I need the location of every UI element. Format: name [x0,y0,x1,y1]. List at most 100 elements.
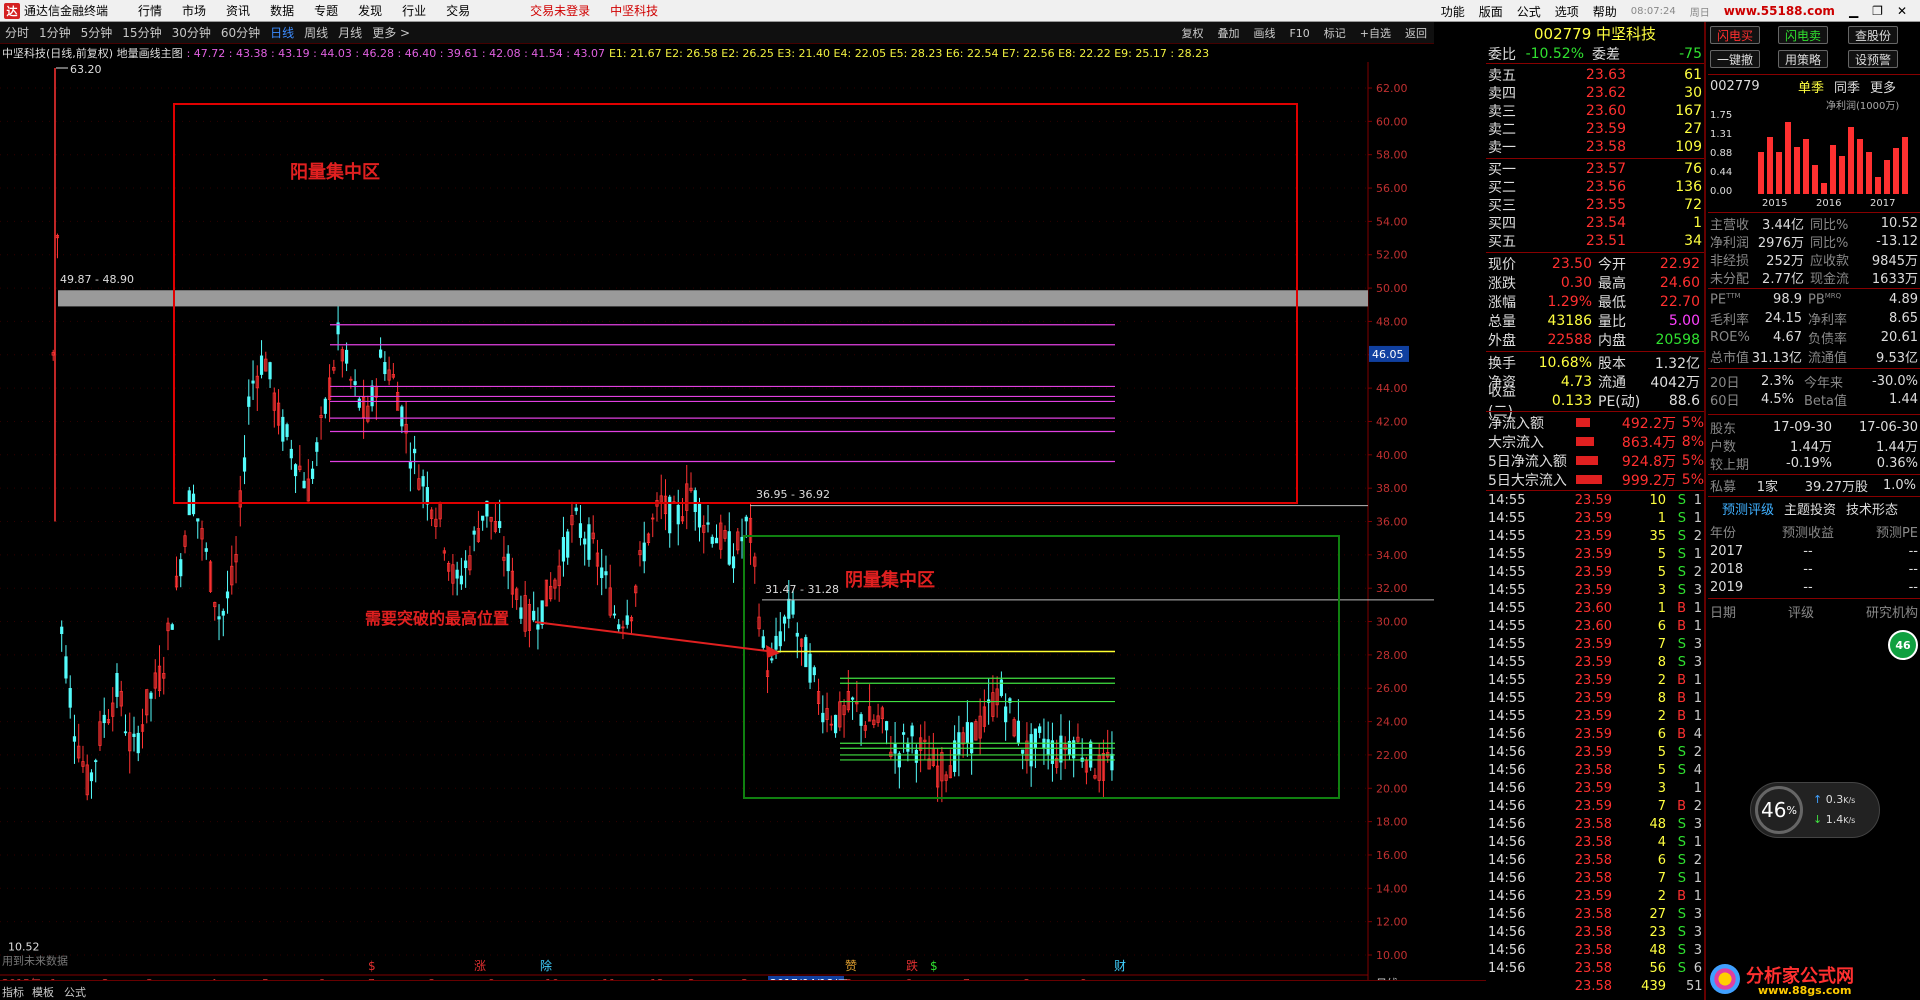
period-60min[interactable]: 60分钟 [221,24,260,41]
tick-side: B [1677,672,1686,688]
logo-url: www.88gs.com [1758,984,1852,997]
period-15min[interactable]: 15分钟 [122,24,161,41]
tick-volume: 5 [1657,564,1666,580]
candle-body [561,537,566,562]
fin-tab-yoy[interactable]: 同季 [1834,77,1860,96]
menu-news[interactable]: 资讯 [226,2,250,19]
menu-discover[interactable]: 发现 [358,2,382,19]
forecast-row: 2017 -- -- [1708,542,1920,560]
tick-time: 14:55 [1488,636,1526,652]
period-5min[interactable]: 5分钟 [81,24,113,41]
stat-label: 现价 [1488,256,1516,273]
tool-add-watch[interactable]: +自选 [1360,25,1391,41]
price-tick-label: 24.00 [1376,716,1408,729]
perf-value: 1.44 [1889,391,1918,407]
cancel-all-button[interactable]: 一键撤 [1710,50,1760,68]
menu-function[interactable]: 功能 [1441,3,1465,20]
tab-forecast[interactable]: 预测评级 [1722,499,1774,518]
side-badge[interactable]: 46 [1888,630,1918,660]
stat-value: 1.32亿 [1654,355,1700,372]
diff-value: -75 [1679,45,1702,62]
fin-tab-quarter[interactable]: 单季 [1798,77,1824,96]
close-icon[interactable]: ✕ [1897,4,1907,18]
tool-mark[interactable]: 标记 [1324,25,1346,41]
menu-topic[interactable]: 专题 [314,2,338,19]
flash-buy-button[interactable]: 闪电买 [1710,26,1760,44]
tool-f10[interactable]: F10 [1289,27,1309,40]
stat-label: 最低 [1598,294,1626,311]
minimize-icon[interactable]: ▁ [1849,4,1858,18]
perf-label: 60日 [1710,393,1740,409]
candle-body [617,624,621,630]
period-weekly[interactable]: 周线 [304,24,328,41]
app-logo-icon: 达 [4,2,20,19]
menu-hq[interactable]: 行情 [138,2,162,19]
trade-status[interactable]: 交易未登录 [530,2,590,19]
tab-formula[interactable]: 公式 [64,984,86,1000]
tick-count: 1 [1693,690,1702,706]
candle-body [459,575,463,585]
fin-code: 002779 [1710,78,1760,94]
tab-indicator[interactable]: 指标 [2,984,24,1000]
menu-industry[interactable]: 行业 [402,2,426,19]
tab-technical[interactable]: 技术形态 [1846,499,1898,518]
menu-formula[interactable]: 公式 [1517,3,1541,20]
candle-body [859,714,863,726]
candle-body [60,626,64,635]
tick-row: 14:55 23.59 5 S 1 [1486,545,1704,563]
menu-data[interactable]: 数据 [270,2,294,19]
tab-template[interactable]: 模板 [32,984,54,1000]
menu-layout[interactable]: 版面 [1479,3,1503,20]
tool-draw[interactable]: 画线 [1253,25,1275,41]
val-value: 98.9 [1773,292,1802,307]
period-1min[interactable]: 1分钟 [39,24,71,41]
candle-body [693,490,697,513]
tool-adjust[interactable]: 复权 [1181,25,1203,41]
alert-settings-button[interactable]: 设预警 [1848,50,1898,68]
menu-help[interactable]: 帮助 [1593,3,1617,20]
fin-tab-more[interactable]: 更多 [1870,77,1896,96]
period-monthly[interactable]: 月线 [338,24,362,41]
tick-time: 14:56 [1488,960,1526,976]
candle-body [251,380,255,384]
tick-row: 23.58 439 51 [1486,977,1704,995]
period-intraday[interactable]: 分时 [5,24,29,41]
tick-row: 14:55 23.60 6 B 1 [1486,617,1704,635]
ask-row: 卖一 23.58 109 [1486,138,1704,156]
price-tick-label: 38.00 [1376,482,1408,495]
restore-icon[interactable]: ❐ [1872,4,1883,18]
tick-price: 23.59 [1574,726,1612,742]
period-more[interactable]: 更多 > [372,24,410,41]
fin-bar [1839,156,1845,194]
stat-label: PE(动) [1598,393,1641,410]
kline-chart[interactable]: 62.00 60.00 58.00 56.00 54.00 52.00 50.00 48.00… [0,62,1434,980]
download-speed-unit: K/s [1843,816,1856,825]
forecast-year: 2018 [1710,561,1744,577]
tool-overlay[interactable]: 叠加 [1217,25,1239,41]
candle-body [68,688,72,708]
period-30min[interactable]: 30分钟 [172,24,211,41]
flow-pct: 5% [1681,471,1704,488]
network-meter-gauge: 46% [1755,786,1803,834]
flash-sell-button[interactable]: 闪电卖 [1778,26,1828,44]
ask-price: 23.59 [1585,121,1626,137]
holder-row: 股东 17-09-30 17-06-30 [1708,418,1920,437]
ask-volume: 109 [1675,139,1702,155]
strategy-button[interactable]: 用策略 [1778,50,1828,68]
period-daily[interactable]: 日线 [270,24,294,41]
menu-options[interactable]: 选项 [1555,3,1579,20]
tab-theme[interactable]: 主题投资 [1784,499,1836,518]
val-label: PETTM [1710,291,1741,308]
query-shares-button[interactable]: 查股份 [1848,26,1898,44]
arrow-annotation-label: 需要突破的最高位置 [365,609,509,628]
bottom-bar: 指标 模板 公式 [0,980,1488,1000]
event-mark: 赞 [845,959,857,973]
menu-trade[interactable]: 交易 [446,2,470,19]
candle-body [259,355,264,375]
candle-body [642,542,646,562]
tick-volume: 6 [1657,852,1666,868]
fin-y-label: 0.00 [1710,186,1733,197]
tick-time: 14:56 [1488,888,1526,904]
menu-market[interactable]: 市场 [182,2,206,19]
tool-back[interactable]: 返回 [1405,25,1427,41]
